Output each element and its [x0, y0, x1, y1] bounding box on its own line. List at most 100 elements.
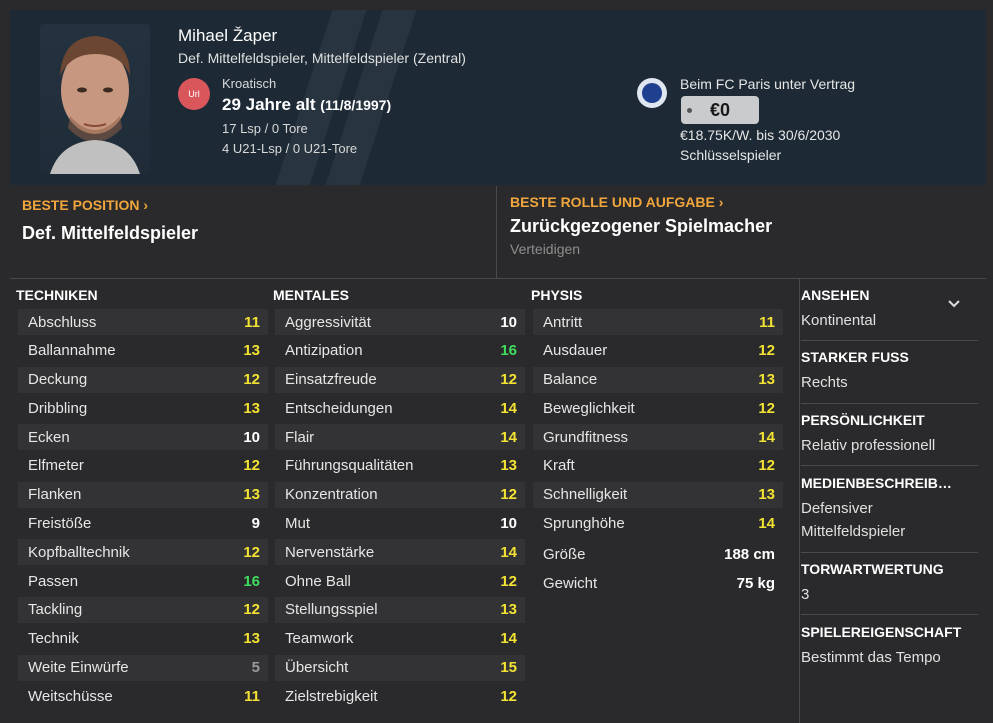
attribute-name: Dribbling [28, 399, 88, 417]
attribute-row[interactable]: Abschluss 11 [18, 309, 268, 335]
media-description: MEDIENBESCHREIB… Defensiver Mittelfeldsp… [801, 475, 979, 543]
goalkeeper-rating: TORWARTWERTUNG 3 [801, 561, 979, 606]
player-traits-value: Bestimmt das Tempo [801, 649, 941, 666]
club-crest-icon[interactable] [637, 78, 667, 108]
attribute-value: 13 [758, 486, 775, 504]
attribute-row[interactable]: Kraft 12 [533, 453, 783, 479]
chevron-down-icon[interactable] [948, 295, 960, 311]
best-role-link[interactable]: BESTE ROLLE UND AUFGABE › [510, 194, 723, 210]
attribute-value: 13 [243, 486, 260, 504]
mental-title: MENTALES [273, 287, 349, 303]
personality: PERSÖNLICHKEIT Relativ professionell [801, 412, 979, 457]
attribute-row[interactable]: Grundfitness 14 [533, 424, 783, 451]
attribute-row[interactable]: Beweglichkeit 12 [533, 395, 783, 421]
attribute-row[interactable]: Technik 13 [18, 626, 268, 652]
goalkeeper-rating-title: TORWARTWERTUNG [801, 561, 944, 577]
attribute-row[interactable]: Tackling 12 [18, 596, 268, 623]
attribute-row[interactable]: Einsatzfreude 12 [275, 366, 525, 393]
best-position-link[interactable]: BESTE POSITION › [22, 197, 148, 213]
attribute-row[interactable]: Konzentration 12 [275, 481, 525, 508]
attribute-name: Teamwork [285, 630, 354, 648]
physical-title: PHYSIS [531, 287, 583, 303]
attribute-row[interactable]: Weitschüsse 11 [18, 683, 268, 709]
attribute-name: Grundfitness [543, 428, 629, 446]
divider [799, 279, 800, 723]
attribute-row[interactable]: Elfmeter 12 [18, 453, 268, 479]
attribute-row[interactable]: Weite Einwürfe 5 [18, 654, 268, 681]
attribute-name: Mut [285, 515, 311, 533]
attribute-value: 9 [251, 515, 260, 533]
attribute-row[interactable]: Freistöße 9 [18, 511, 268, 537]
preferred-foot-value: Rechts [801, 374, 848, 391]
attribute-name: Tackling [28, 601, 83, 619]
player-positions: Def. Mittelfeldspieler, Mittelfeldspiele… [178, 50, 466, 66]
age-text: 29 Jahre alt [222, 95, 316, 114]
attribute-row[interactable]: Flair 14 [275, 424, 525, 451]
attribute-value: 13 [500, 457, 517, 475]
attribute-row[interactable]: Sprunghöhe 14 [533, 511, 783, 537]
attribute-row[interactable]: Ecken 10 [18, 424, 268, 451]
attribute-value: 12 [500, 687, 517, 705]
attribute-row[interactable]: Ballannahme 13 [18, 338, 268, 364]
attribute-name: Aggressivität [285, 313, 371, 331]
u21-caps: 4 U21-Lsp / 0 U21-Tore [222, 141, 358, 156]
attribute-row[interactable]: Übersicht 15 [275, 654, 525, 681]
nation-flag-icon[interactable]: Url [178, 78, 210, 110]
attribute-value: 14 [500, 543, 517, 561]
player-header: Mihael Žaper Def. Mittelfeldspieler, Mit… [10, 10, 986, 185]
attribute-row[interactable]: Mut 10 [275, 511, 525, 537]
attribute-value: 14 [500, 428, 517, 446]
attribute-name: Weite Einwürfe [28, 659, 129, 677]
mental-attributes: MENTALES Aggressivität 10 Antizipation 16 Ei… [267, 286, 525, 712]
divider [801, 614, 978, 615]
media-description-value: Defensiver Mittelfeldspieler [801, 500, 906, 540]
attribute-row[interactable]: Stellungsspiel 13 [275, 596, 525, 623]
attribute-name: Ohne Ball [285, 572, 351, 590]
attribute-row[interactable]: Ohne Ball 12 [275, 568, 525, 594]
attribute-row[interactable]: Schnelligkeit 13 [533, 481, 783, 508]
attribute-value: 12 [500, 572, 517, 590]
attribute-row[interactable]: Nervenstärke 14 [275, 539, 525, 566]
attribute-name: Elfmeter [28, 457, 84, 475]
measure-name: Gewicht [543, 574, 598, 592]
contract-club[interactable]: Beim FC Paris unter Vertrag [680, 76, 855, 92]
transfer-value: €0 [681, 96, 759, 124]
measure-name: Größe [543, 546, 586, 564]
attribute-row[interactable]: Dribbling 13 [18, 395, 268, 421]
attribute-row[interactable]: Antizipation 16 [275, 338, 525, 364]
player-traits-title: SPIELEREIGENSCHAFT [801, 624, 962, 640]
attribute-value: 12 [243, 371, 260, 389]
value-dot-icon [687, 108, 692, 113]
player-name: Mihael Žaper [178, 26, 278, 45]
divider [10, 278, 986, 279]
attribute-name: Abschluss [28, 313, 97, 331]
attribute-row[interactable]: Führungsqualitäten 13 [275, 453, 525, 479]
nationality: Kroatisch [222, 76, 277, 91]
attribute-row[interactable]: Balance 13 [533, 366, 783, 393]
attribute-row[interactable]: Deckung 12 [18, 366, 268, 393]
attribute-row[interactable]: Ausdauer 12 [533, 338, 783, 364]
preferred-foot: STARKER FUSS Rechts [801, 349, 979, 394]
attribute-row[interactable]: Kopfballtechnik 12 [18, 539, 268, 566]
squad-status: Schlüsselspieler [680, 147, 782, 163]
attribute-value: 13 [243, 342, 260, 360]
attribute-value: 13 [243, 630, 260, 648]
measure-value: 75 kg [736, 574, 775, 592]
attribute-value: 15 [500, 659, 517, 677]
attribute-name: Balance [543, 371, 598, 389]
attribute-row[interactable]: Flanken 13 [18, 481, 268, 508]
attribute-row[interactable]: Teamwork 14 [275, 626, 525, 652]
player-portrait[interactable] [40, 24, 150, 174]
attribute-row[interactable]: Antritt 11 [533, 309, 783, 335]
attribute-row[interactable]: Zielstrebigkeit 12 [275, 683, 525, 709]
attribute-value: 16 [243, 572, 260, 590]
attribute-value: 14 [500, 399, 517, 417]
attribute-value: 10 [243, 428, 260, 446]
attribute-row[interactable]: Entscheidungen 14 [275, 395, 525, 421]
attribute-row[interactable]: Aggressivität 10 [275, 309, 525, 335]
attribute-row[interactable]: Passen 16 [18, 568, 268, 594]
attribute-name: Konzentration [285, 486, 378, 504]
attribute-name: Einsatzfreude [285, 371, 377, 389]
attribute-value: 5 [251, 659, 260, 677]
media-description-title: MEDIENBESCHREIB… [801, 475, 952, 491]
